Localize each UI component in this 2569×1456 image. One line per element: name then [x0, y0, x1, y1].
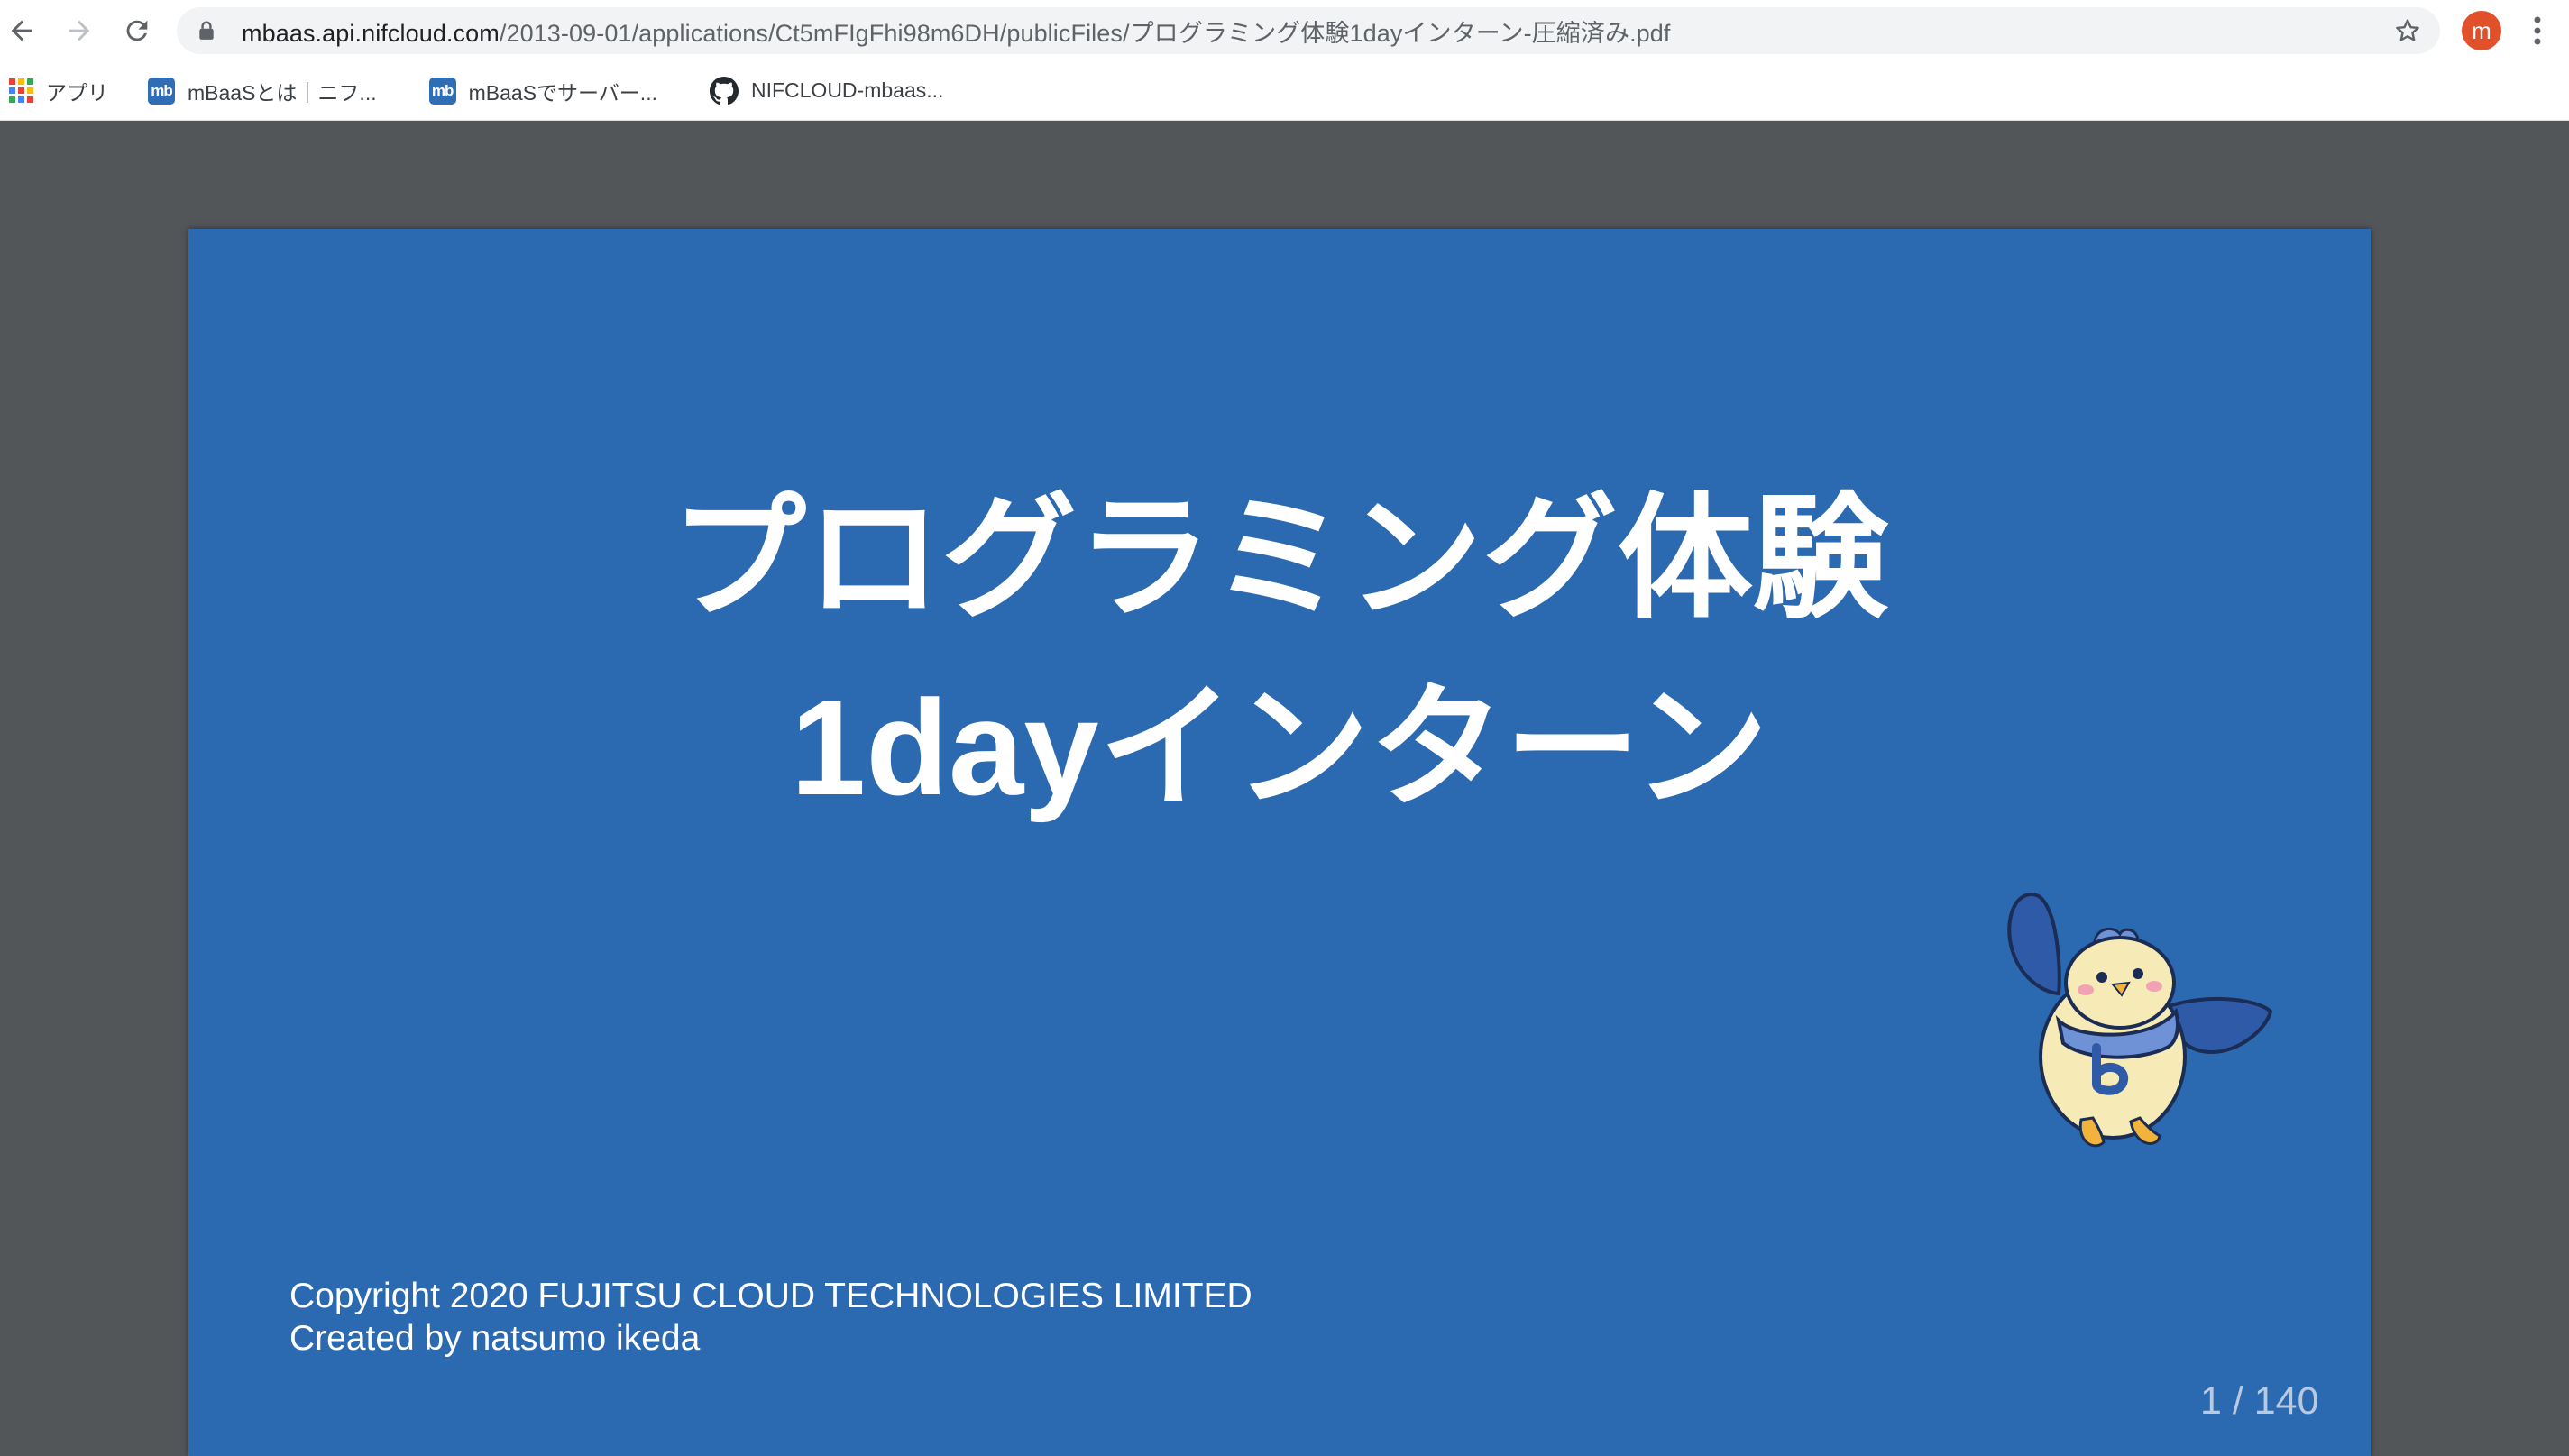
slide-title-line2: 1dayインターン: [790, 672, 1769, 823]
bookmark-label: アプリ: [46, 80, 108, 105]
mbaas-favicon-icon: mb: [428, 77, 456, 105]
bookmark-mbaas-server[interactable]: mb mBaaSでサーバー...: [417, 69, 670, 113]
url-text: mbaas.api.nifcloud.com/2013-09-01/applic…: [242, 14, 1671, 49]
slide-title-line1: プログラミング体験: [670, 482, 1888, 634]
kebab-menu-icon[interactable]: [2525, 13, 2550, 49]
bookmarks-bar: アプリ mb mBaaSとは｜ニフ... mb mBaaSでサーバー... NI…: [0, 61, 2569, 121]
forward-arrow-icon: [69, 20, 90, 41]
address-bar[interactable]: mbaas.api.nifcloud.com/2013-09-01/applic…: [177, 7, 2440, 54]
bookmark-apps[interactable]: アプリ: [0, 69, 121, 113]
apps-grid-icon: [9, 78, 33, 103]
page-counter: 1 / 140: [2200, 1379, 2319, 1423]
pdf-page: プログラミング体験 1dayインターン Copyright 2020 FUJIT…: [188, 229, 2371, 1456]
back-arrow-icon: [11, 20, 32, 41]
bookmark-label: NIFCLOUD-mbaas...: [750, 78, 944, 102]
browser-toolbar: mbaas.api.nifcloud.com/2013-09-01/applic…: [0, 0, 2569, 61]
forward-button[interactable]: [54, 5, 105, 56]
bookmark-nifcloud-github[interactable]: NIFCLOUD-mbaas...: [697, 69, 956, 113]
bookmark-label: mBaaSとは｜ニフ...: [188, 80, 377, 105]
mbaas-favicon-icon: mb: [148, 77, 175, 105]
pdf-viewer[interactable]: プログラミング体験 1dayインターン Copyright 2020 FUJIT…: [0, 121, 2569, 1456]
lock-icon: [198, 19, 218, 42]
author-line: Created by natsumo ikeda: [289, 1319, 701, 1358]
url-host: mbaas.api.nifcloud.com: [242, 19, 500, 47]
reload-button[interactable]: [112, 5, 162, 56]
copyright-text: Copyright 2020 FUJITSU CLOUD TECHNOLOGIE…: [289, 1275, 1252, 1360]
reload-icon: [126, 20, 148, 41]
copyright-line: Copyright 2020 FUJITSU CLOUD TECHNOLOGIE…: [289, 1277, 1252, 1315]
back-button[interactable]: [0, 5, 47, 56]
bookmark-label: mBaaSでサーバー...: [468, 80, 657, 105]
profile-avatar[interactable]: m: [2462, 11, 2501, 50]
url-path: /2013-09-01/applications/Ct5mFIgFhi98m6D…: [499, 19, 1671, 47]
bookmark-mbaas-about[interactable]: mb mBaaSとは｜ニフ...: [135, 69, 390, 113]
mascot-bird-icon: [2007, 892, 2273, 1148]
github-icon: [709, 76, 739, 105]
bookmark-star-icon[interactable]: [2393, 16, 2422, 45]
